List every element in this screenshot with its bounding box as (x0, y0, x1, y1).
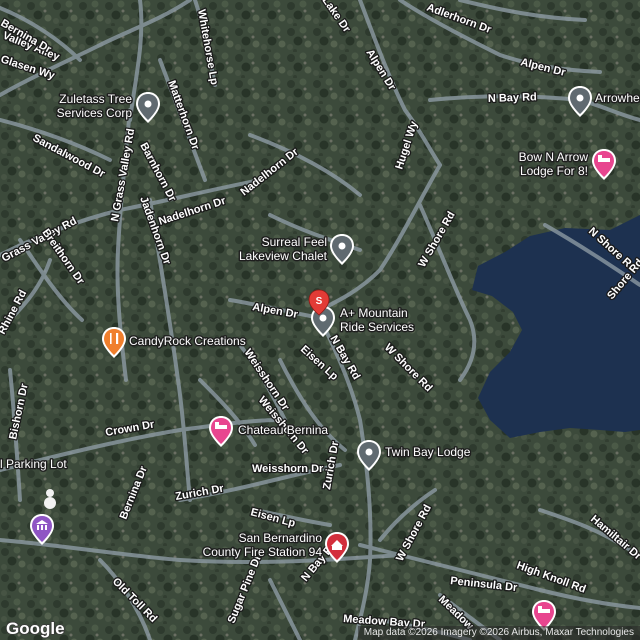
poi-label: Bow N Arrow Lodge For 8! (519, 150, 589, 178)
map-canvas[interactable]: Valley Alley Adlerhorn Dr Whitehorse Lp … (0, 0, 640, 640)
poi-label: Arrowhead (595, 91, 640, 105)
poi-label: Chateau Bernina (238, 423, 328, 437)
poi-label: l Parking Lot (0, 457, 67, 471)
road-label-weisshorn-dr-2: Weisshorn Dr (252, 463, 324, 475)
map-attribution: Map data ©2026 Imagery ©2026 Airbus, Max… (357, 626, 640, 640)
poi-label: Zuletass Tree Services Corp (57, 92, 133, 120)
poi-zuletass-tree-services[interactable]: Zuletass Tree Services Corp (55, 91, 160, 123)
poi-label: CandyRock Creations (129, 334, 246, 348)
selected-badge: S (316, 296, 323, 307)
poi-label: Twin Bay Lodge (385, 445, 471, 459)
poi-parking-lot[interactable]: l Parking Lot (0, 456, 69, 473)
road-label-n-bay-rd: N Bay Rd (488, 91, 537, 105)
poi-label: A+ Mountain Ride Services (340, 306, 414, 334)
google-logo: Google (6, 619, 65, 638)
poi-bow-n-arrow-lodge[interactable]: Bow N Arrow Lodge For 8! (517, 149, 616, 180)
